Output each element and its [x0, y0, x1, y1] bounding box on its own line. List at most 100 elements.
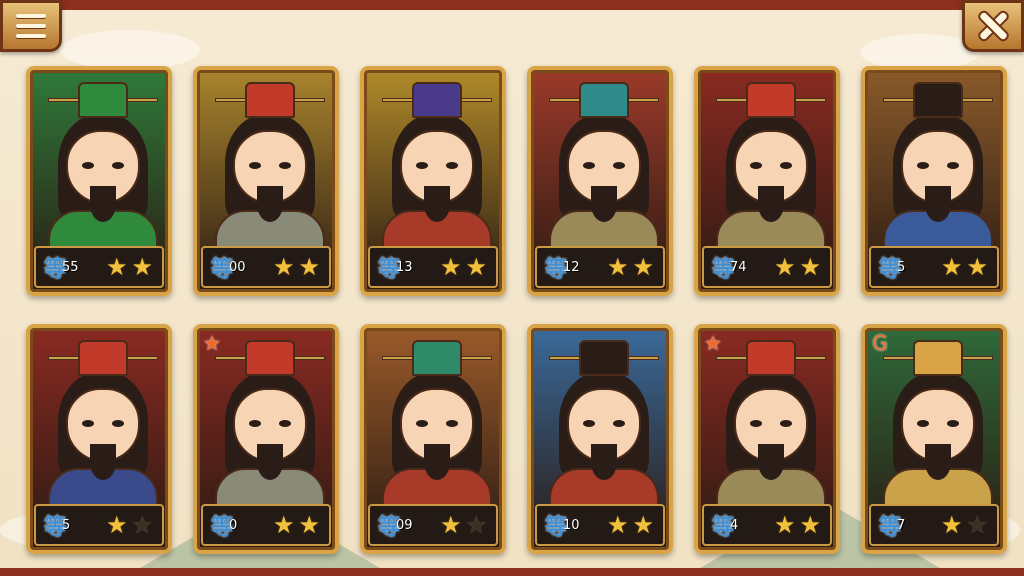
hero-level: 等 55 [44, 252, 106, 282]
hero-card[interactable]: 等 74 ★ ★ [694, 66, 840, 296]
level-number: 74 [730, 259, 747, 275]
hero-eye [947, 162, 959, 169]
hero-hat [579, 340, 629, 376]
hero-level: 等 74 [712, 252, 774, 282]
hero-beard [90, 444, 116, 480]
level-number: 55 [62, 259, 79, 275]
star-icon: ★ [774, 253, 796, 281]
hero-beard [257, 444, 283, 480]
hero-eye [780, 420, 792, 427]
hero-beard [424, 186, 450, 222]
hero-eye [279, 162, 291, 169]
hero-card[interactable]: ★ 等 0 ★ ★ [193, 324, 339, 554]
hero-eye [750, 162, 762, 169]
hero-beard [591, 444, 617, 480]
star-icon: ★ [941, 253, 963, 281]
hero-hat [579, 82, 629, 118]
hero-eye [249, 162, 261, 169]
hero-info-bar: 等 5 ★ ★ [34, 504, 164, 546]
hero-hat [746, 340, 796, 376]
hero-beard [758, 444, 784, 480]
hero-beard [925, 444, 951, 480]
hero-card-grid: 等 55 ★ ★ 等 00 ★ ★ 等 13 ★ ★ 等 12 ★ ★ 等 74 ★ ★ [26, 66, 1007, 554]
star-icon: ★ [106, 511, 128, 539]
hero-card[interactable]: 等 5 ★ ★ [861, 66, 1007, 296]
hero-eye [613, 162, 625, 169]
hero-info-bar: 等 0 ★ ★ [201, 504, 331, 546]
hero-card[interactable]: 等 13 ★ ★ [360, 66, 506, 296]
hero-card[interactable]: 等 12 ★ ★ [527, 66, 673, 296]
hero-hat [913, 82, 963, 118]
hero-eye [446, 162, 458, 169]
star-icon: ★ [799, 511, 822, 539]
star-icon: ★ [465, 511, 488, 539]
hero-info-bar: 等 74 ★ ★ [702, 246, 832, 288]
star-icon: ★ [607, 253, 629, 281]
level-number: 5 [62, 517, 71, 533]
hero-eye [750, 420, 762, 427]
hero-card[interactable]: 等 10 ★ ★ [527, 324, 673, 554]
hero-info-bar: 等 10 ★ ★ [535, 504, 665, 546]
star-rating: ★ ★ [774, 513, 821, 537]
hero-info-bar: 等 13 ★ ★ [368, 246, 498, 288]
star-icon: ★ [273, 253, 295, 281]
hero-info-bar: 等 09 ★ ★ [368, 504, 498, 546]
hero-portrait [364, 328, 502, 508]
hero-hat [412, 82, 462, 118]
hero-hat [913, 340, 963, 376]
hero-portrait [364, 70, 502, 250]
menu-button[interactable] [0, 0, 62, 52]
star-rating: ★ ★ [607, 513, 654, 537]
hero-level: 等 13 [378, 252, 440, 282]
hero-portrait [865, 70, 1003, 250]
star-rating: ★ ★ [273, 513, 320, 537]
hero-card[interactable]: ★ 等 4 ★ ★ [694, 324, 840, 554]
hero-hat [245, 340, 295, 376]
star-rating: ★ ★ [607, 255, 654, 279]
hero-info-bar: 等 5 ★ ★ [869, 246, 999, 288]
cloud-decoration [60, 30, 200, 70]
hero-beard [758, 186, 784, 222]
hero-info-bar: 等 7 ★ ★ [869, 504, 999, 546]
hero-beard [925, 186, 951, 222]
hero-emblem-icon: G [872, 331, 888, 355]
star-icon: ★ [465, 253, 488, 281]
level-number: 00 [229, 259, 246, 275]
hero-portrait [30, 328, 168, 508]
level-number: 0 [229, 517, 238, 533]
level-number: 5 [897, 259, 906, 275]
hero-card[interactable]: 等 00 ★ ★ [193, 66, 339, 296]
hero-beard [257, 186, 283, 222]
level-number: 10 [563, 517, 580, 533]
hero-card[interactable]: 等 5 ★ ★ [26, 324, 172, 554]
level-number: 09 [396, 517, 413, 533]
star-rating: ★ ★ [440, 255, 487, 279]
hero-level: 等5 [879, 252, 941, 282]
hero-info-bar: 等 55 ★ ★ [34, 246, 164, 288]
star-icon: ★ [440, 253, 462, 281]
level-number: 7 [897, 517, 906, 533]
close-button[interactable] [962, 0, 1024, 52]
hero-level: 等4 [712, 510, 774, 540]
star-rating: ★ ★ [440, 513, 487, 537]
star-rating: ★ ★ [941, 255, 988, 279]
hero-hat [245, 82, 295, 118]
hero-info-bar: 等 00 ★ ★ [201, 246, 331, 288]
hero-card[interactable]: 等 09 ★ ★ [360, 324, 506, 554]
hero-card[interactable]: G 等 7 ★ ★ [861, 324, 1007, 554]
hero-beard [424, 444, 450, 480]
hero-level: 等 10 [545, 510, 607, 540]
hero-eye [416, 420, 428, 427]
hero-hat [412, 340, 462, 376]
hero-eye [613, 420, 625, 427]
hero-card[interactable]: 等 55 ★ ★ [26, 66, 172, 296]
hero-emblem-icon: ★ [704, 331, 722, 355]
hero-hat [78, 82, 128, 118]
star-icon: ★ [966, 253, 989, 281]
star-rating: ★ ★ [106, 513, 153, 537]
hero-eye [112, 420, 124, 427]
hero-portrait [197, 70, 335, 250]
hero-eye [917, 162, 929, 169]
hero-emblem-icon: ★ [203, 331, 221, 355]
hero-beard [591, 186, 617, 222]
